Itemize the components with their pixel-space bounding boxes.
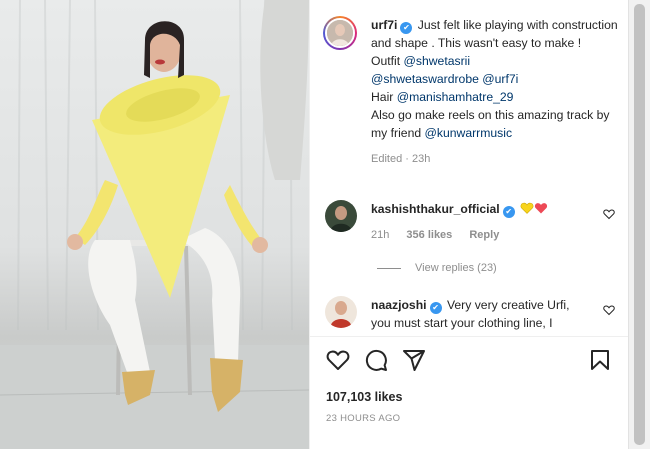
- post-image[interactable]: [0, 0, 309, 449]
- comment-username[interactable]: naazjoshi: [371, 298, 427, 312]
- commenter-avatar[interactable]: [325, 200, 357, 232]
- comment-item: kashishthakur_official ✔ 21h 356 likes Re…: [325, 200, 615, 244]
- post-caption: urf7i ✔ Just felt like playing with const…: [323, 16, 619, 168]
- caption-meta: Edited · 23h: [371, 153, 431, 165]
- comment-likes[interactable]: 356 likes: [406, 229, 452, 241]
- edited-label: Edited: [371, 153, 403, 165]
- verified-badge-icon: ✔: [502, 206, 515, 218]
- bookmark-icon[interactable]: [588, 348, 612, 372]
- instagram-post-modal: urf7i ✔ Just felt like playing with const…: [0, 0, 628, 449]
- view-replies-label: View replies (23): [415, 262, 497, 274]
- commenter-avatar-image: [325, 296, 357, 328]
- share-icon[interactable]: [402, 348, 426, 372]
- verified-badge-icon: ✔: [400, 22, 413, 34]
- comment-time[interactable]: 21h: [371, 229, 389, 241]
- comment-username[interactable]: kashishthakur_official: [371, 202, 500, 216]
- red-heart-icon: [534, 202, 548, 216]
- comment-like-heart-icon[interactable]: [603, 208, 615, 220]
- view-replies-button[interactable]: View replies (23): [377, 262, 497, 274]
- mention-link[interactable]: @shwetasrii: [404, 54, 471, 68]
- mention-link[interactable]: @shwetaswardrobe: [371, 72, 479, 86]
- caption-hair-label: Hair: [371, 90, 397, 104]
- post-timestamp[interactable]: 23 HOURS AGO: [326, 413, 400, 424]
- author-avatar-image: [327, 20, 353, 46]
- caption-text: urf7i ✔ Just felt like playing with const…: [371, 16, 619, 168]
- divider-line: [377, 267, 401, 269]
- post-details-panel: urf7i ✔ Just felt like playing with const…: [309, 0, 628, 449]
- actions-divider: [310, 336, 628, 337]
- author-avatar[interactable]: [323, 16, 357, 50]
- reply-button[interactable]: Reply: [469, 229, 499, 241]
- mention-link[interactable]: @manishamhatre_29: [397, 90, 514, 104]
- scrollbar-thumb[interactable]: [634, 4, 645, 445]
- comment-meta: 21h 356 likes Reply: [371, 226, 591, 244]
- yellow-heart-icon: [520, 202, 534, 216]
- caption-outfit-label: Outfit: [371, 54, 404, 68]
- mention-link[interactable]: @kunwarrmusic: [425, 126, 513, 140]
- comment-item: naazjoshi ✔ Very very creative Urfi, you …: [325, 296, 615, 330]
- commenter-avatar[interactable]: [325, 296, 357, 328]
- post-actions-bar: [326, 348, 612, 374]
- page-scrollbar[interactable]: [628, 0, 650, 449]
- likes-count[interactable]: 107,103 likes: [326, 390, 402, 404]
- verified-badge-icon: ✔: [429, 302, 442, 314]
- author-username[interactable]: urf7i: [371, 18, 397, 32]
- comment-like-heart-icon[interactable]: [603, 304, 615, 316]
- commenter-avatar-image: [325, 200, 357, 232]
- edited-time[interactable]: 23h: [412, 153, 430, 165]
- post-photo-illustration: [0, 0, 309, 449]
- heart-icon[interactable]: [326, 348, 350, 372]
- mention-link[interactable]: @urf7i: [482, 72, 518, 86]
- comment-icon[interactable]: [364, 348, 388, 372]
